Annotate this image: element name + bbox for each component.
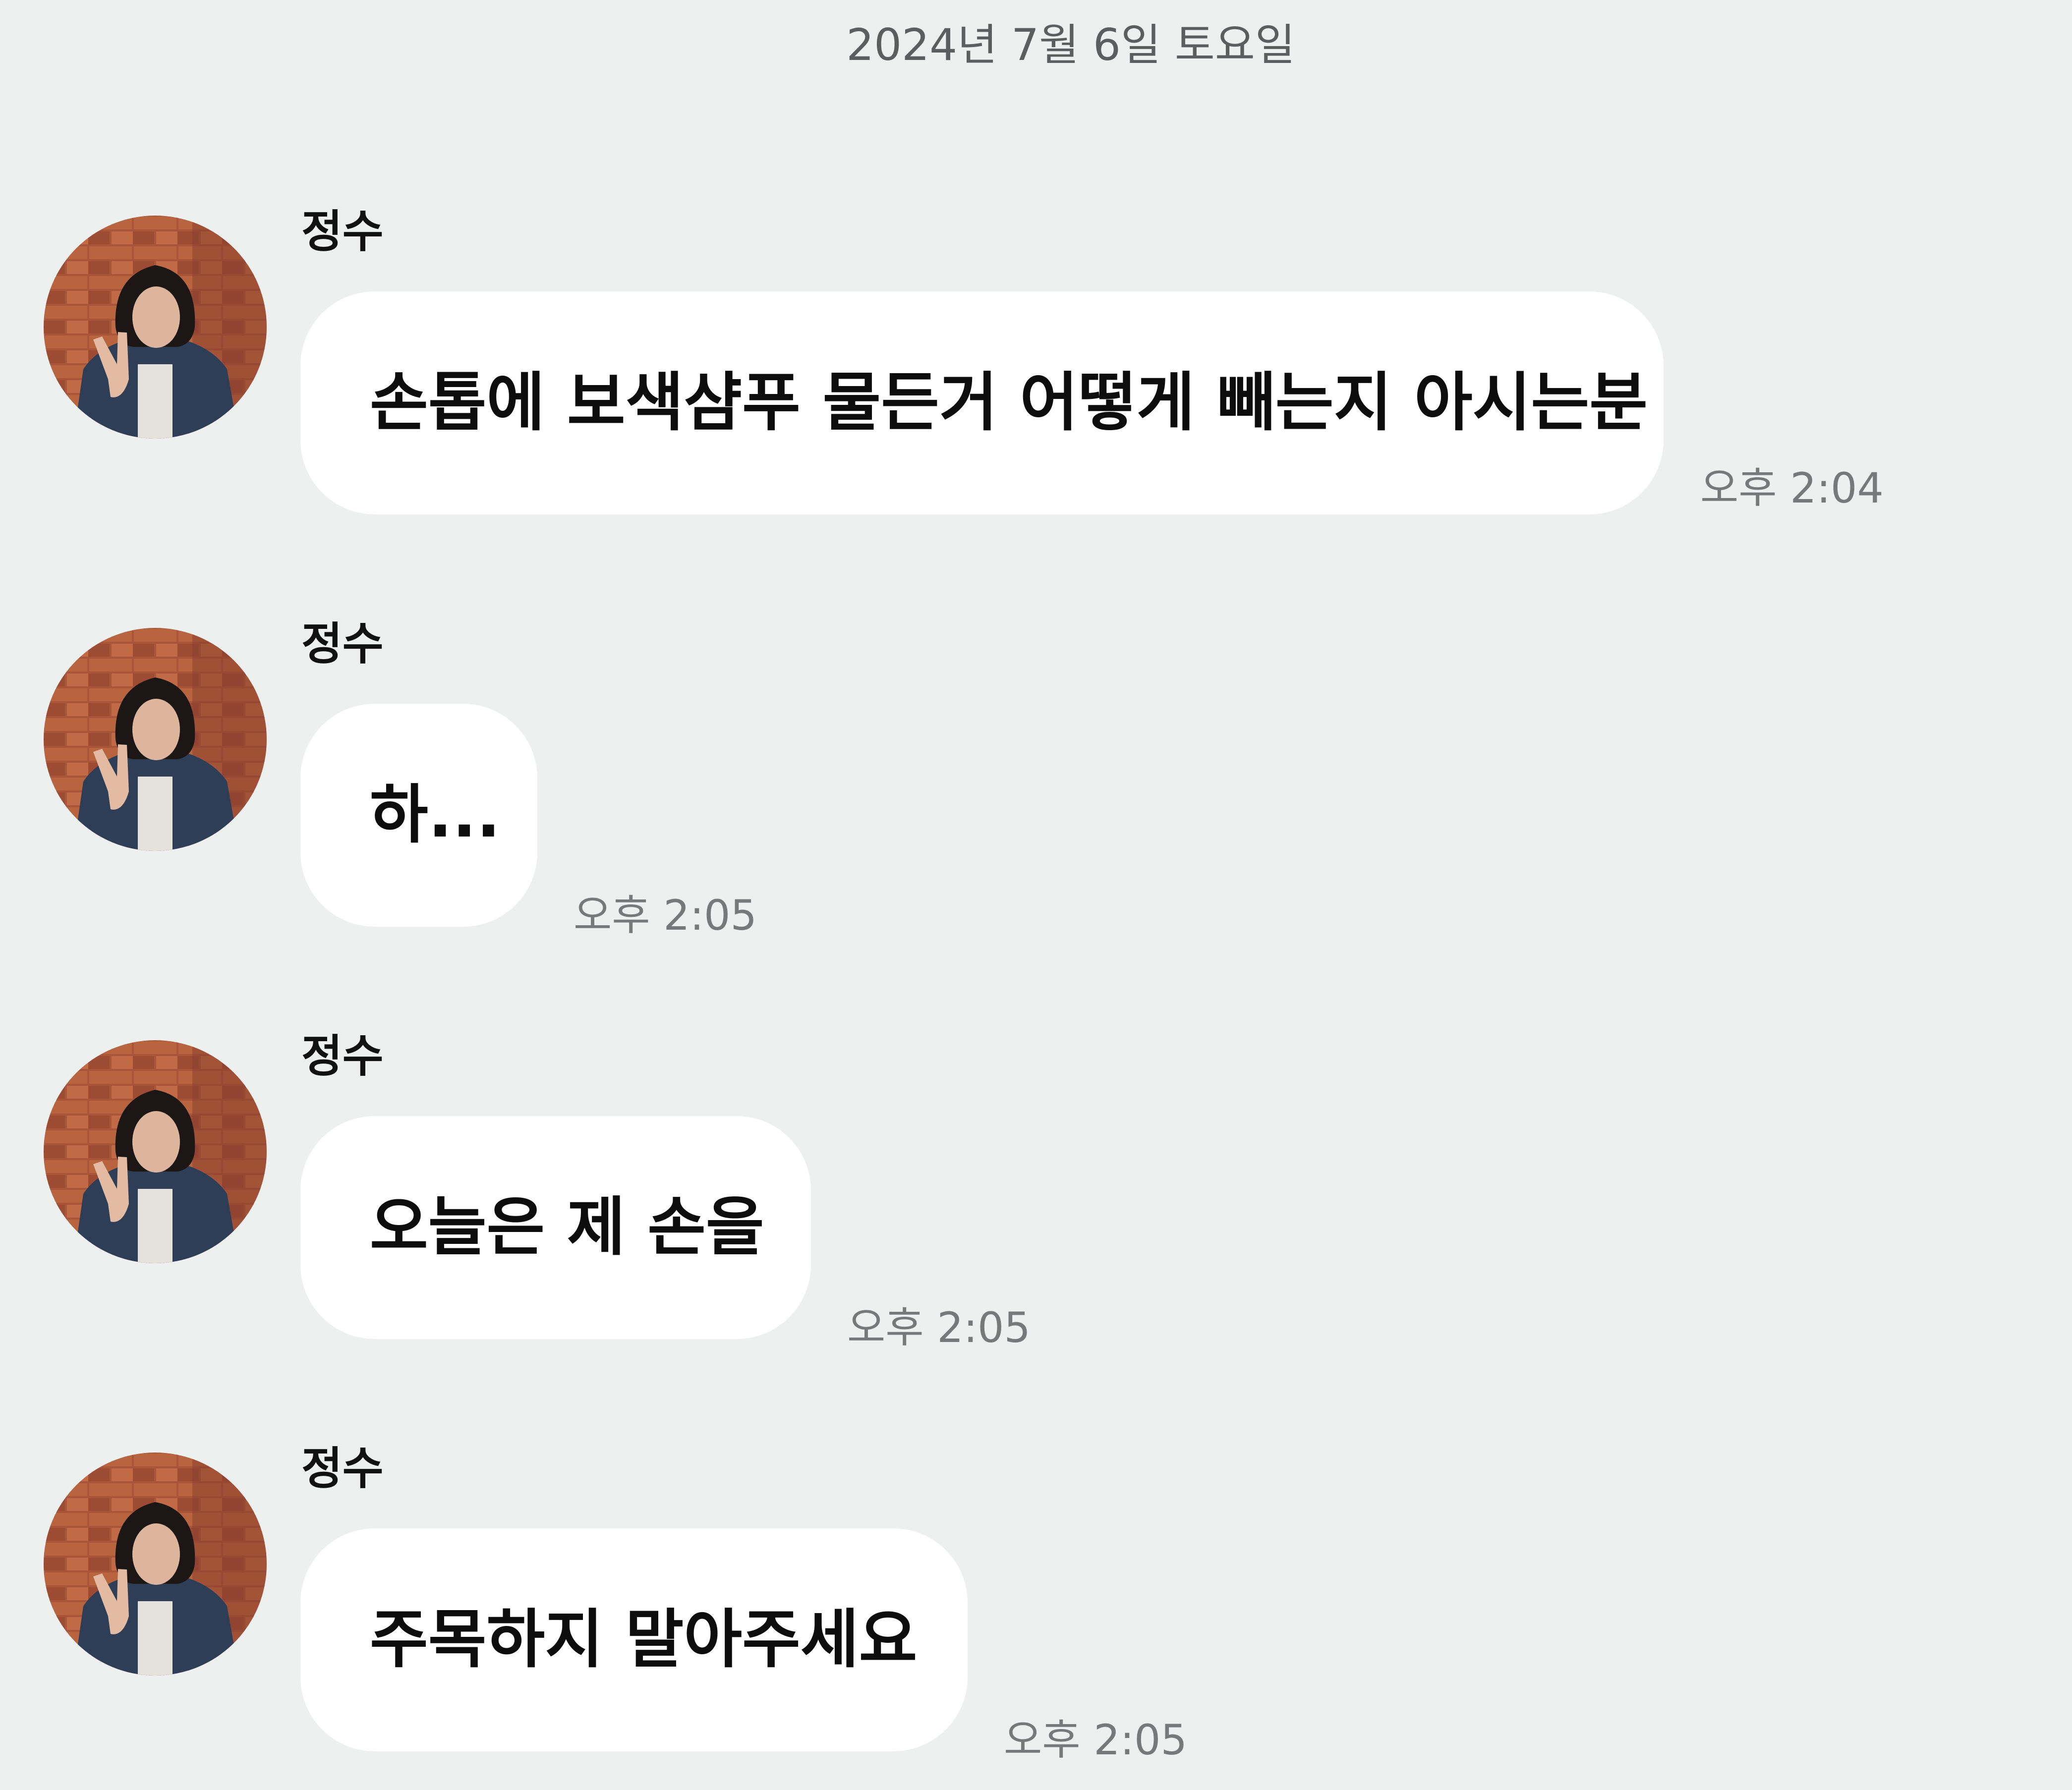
- message-text: 오늘은 제 손을: [370, 1190, 764, 1264]
- message-bubble[interactable]: 오늘은 제 손을: [300, 1116, 811, 1339]
- sender-name: 정수: [301, 618, 384, 670]
- sender-avatar[interactable]: [44, 1453, 267, 1676]
- message-bubble[interactable]: 손톱에 보색샴푸 물든거 어떻게 빼는지 아시는분: [300, 291, 1664, 514]
- message-text: 손톱에 보색샴푸 물든거 어떻게 빼는지 아시는분: [370, 366, 1648, 440]
- message-text: 주목하지 말아주세요: [370, 1603, 918, 1677]
- sender-avatar[interactable]: [44, 1040, 267, 1263]
- sender-avatar[interactable]: [44, 216, 267, 439]
- sender-avatar[interactable]: [44, 628, 267, 851]
- message-row: 정수 하... 오후 2:05: [0, 618, 2072, 945]
- sender-name: 정수: [301, 1030, 384, 1082]
- message-timestamp: 오후 2:05: [574, 891, 757, 940]
- message-timestamp: 오후 2:05: [847, 1303, 1031, 1352]
- message-timestamp: 오후 2:05: [1004, 1716, 1187, 1764]
- message-bubble[interactable]: 주목하지 말아주세요: [300, 1528, 968, 1751]
- message-row: 정수 오늘은 제 손을 오후 2:05: [0, 1030, 2072, 1357]
- date-divider: 2024년 7월 6일 토요일: [846, 19, 1295, 70]
- message-row: 정수 손톱에 보색샴푸 물든거 어떻게 빼는지 아시는분 오후 2:04: [0, 206, 2072, 533]
- sender-name: 정수: [301, 206, 384, 258]
- message-row: 정수 주목하지 말아주세요 오후 2:05: [0, 1443, 2072, 1770]
- sender-name: 정수: [301, 1443, 384, 1495]
- message-timestamp: 오후 2:04: [1700, 464, 1884, 512]
- message-bubble[interactable]: 하...: [300, 704, 537, 927]
- message-text: 하...: [370, 778, 501, 852]
